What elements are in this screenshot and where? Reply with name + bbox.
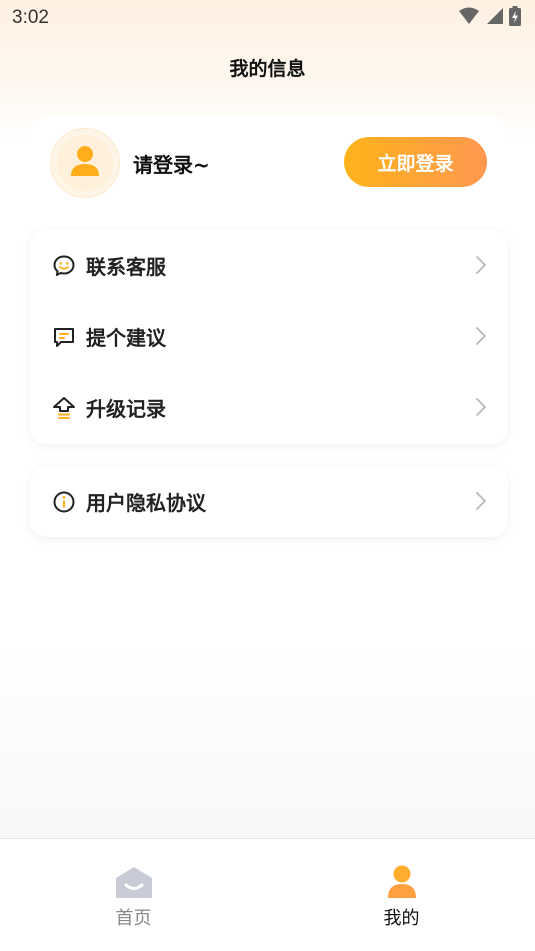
chevron-right-icon [476,398,486,420]
menu-card-support: 联系客服 提个建议 升级记录 [30,230,508,444]
user-icon [70,145,100,181]
info-icon [52,490,76,514]
login-prompt[interactable]: 请登录~ [133,149,210,178]
tab-home-label: 首页 [115,908,152,929]
menu-label: 提个建议 [86,326,166,350]
chevron-right-icon [476,256,486,278]
menu-card-legal: 用户隐私协议 [30,466,508,537]
menu-item-upgrade-history[interactable]: 升级记录 [30,372,508,443]
customer-service-icon [52,254,76,278]
menu-label: 升级记录 [86,397,166,421]
avatar[interactable] [50,128,120,198]
tab-home[interactable]: 首页 [0,839,267,951]
login-button[interactable]: 立即登录 [344,137,487,187]
chevron-right-icon [476,327,486,349]
tab-mine-label: 我的 [383,908,420,929]
suggestion-icon [52,325,76,349]
profile-card: 请登录~ 立即登录 [30,116,508,208]
battery-charging-icon [509,6,521,30]
menu-item-privacy-policy[interactable]: 用户隐私协议 [30,466,508,537]
avatar-inner [57,135,113,191]
signal-icon [485,7,503,29]
user-icon [387,863,417,901]
wifi-icon [459,7,479,29]
menu-item-suggestion[interactable]: 提个建议 [30,301,508,372]
status-bar: 3:02 [0,0,535,36]
page-title: 我的信息 [229,58,306,80]
chevron-right-icon [476,492,486,514]
status-time: 3:02 [12,7,49,28]
bottom-nav: 首页 我的 [0,838,535,951]
menu-label: 联系客服 [86,255,166,279]
status-icons [459,6,521,30]
menu-item-customer-service[interactable]: 联系客服 [30,230,508,301]
home-icon [115,863,153,901]
tab-mine[interactable]: 我的 [268,839,535,951]
upgrade-icon [52,396,76,420]
menu-label: 用户隐私协议 [86,491,206,515]
